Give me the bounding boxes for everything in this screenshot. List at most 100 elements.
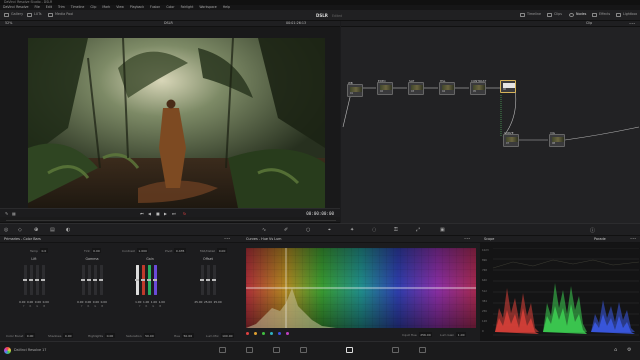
- media-page-icon[interactable]: [219, 347, 226, 353]
- color-boost-param[interactable]: Color Boost 0.00: [6, 333, 35, 339]
- param-value[interactable]: 0.00: [217, 248, 227, 254]
- g-bar[interactable]: [93, 265, 98, 295]
- param-value[interactable]: 50.00: [143, 333, 156, 339]
- more-options-icon[interactable]: •••: [224, 237, 230, 241]
- node-selected[interactable]: 06: [500, 80, 516, 93]
- menu-item[interactable]: File: [34, 5, 39, 9]
- sizing-icon[interactable]: ⤢: [416, 227, 420, 233]
- input-hue-param[interactable]: Input Hue 256.00: [402, 332, 433, 338]
- nodes-button[interactable]: Nodes: [569, 13, 586, 17]
- param-value[interactable]: 0.435: [174, 248, 186, 254]
- red-dot-icon[interactable]: [246, 332, 249, 335]
- gallery-button[interactable]: Gallery: [4, 12, 23, 17]
- more-options-icon[interactable]: •••: [629, 22, 635, 26]
- stop-icon[interactable]: ■: [156, 211, 160, 216]
- param-value[interactable]: 0.0: [40, 248, 48, 254]
- edit-page-icon[interactable]: [273, 347, 280, 353]
- more-options-icon[interactable]: •••: [630, 237, 636, 241]
- color-wheels-icon[interactable]: ⊕: [34, 227, 38, 233]
- param-value[interactable]: 0.00: [25, 333, 35, 339]
- luts-button[interactable]: LUTs: [27, 12, 41, 17]
- color-page-icon[interactable]: [346, 347, 353, 353]
- more-options-icon[interactable]: •••: [464, 237, 470, 241]
- y-bar[interactable]: [23, 265, 28, 295]
- g-bar[interactable]: [147, 265, 152, 295]
- r-bar[interactable]: [141, 265, 146, 295]
- rgb-mixer-icon[interactable]: ▤: [50, 227, 55, 233]
- green-dot-icon[interactable]: [262, 332, 265, 335]
- menu-item[interactable]: Trim: [58, 5, 65, 9]
- gamma-wheel[interactable]: Gamma 0.00 0.00 0.00 0.00 YRGB: [70, 257, 114, 313]
- video-frame[interactable]: [28, 38, 325, 208]
- node-editor[interactable]: WB 01 EXPO 02 SAT 03 HSL 04 CONTRAST 05 …: [341, 27, 640, 223]
- param-value[interactable]: 50.00: [182, 333, 194, 339]
- param-value[interactable]: 0.00: [91, 248, 102, 254]
- magenta-dot-icon[interactable]: [286, 332, 289, 335]
- blur-icon[interactable]: ◌: [372, 227, 376, 233]
- contrast-param[interactable]: Contrast 1.000: [122, 248, 149, 254]
- magic-mask-icon[interactable]: ✦: [350, 227, 354, 233]
- offset-wheel[interactable]: Offset 25.00 25.00 25.00: [186, 257, 230, 313]
- deliver-page-icon[interactable]: [419, 347, 426, 353]
- node-vig[interactable]: VIG 08: [549, 131, 565, 147]
- r-bar[interactable]: [200, 265, 205, 295]
- param-value[interactable]: 1.00: [456, 332, 466, 338]
- camera-raw-icon[interactable]: ◎: [4, 227, 8, 233]
- lum-mix-param[interactable]: Lum Mix 100.00: [206, 333, 235, 339]
- blue-dot-icon[interactable]: [278, 332, 281, 335]
- b-bar[interactable]: [212, 265, 217, 295]
- node-sat[interactable]: SAT 03: [408, 79, 424, 95]
- g-bar[interactable]: [35, 265, 40, 295]
- menu-item[interactable]: Color: [166, 5, 174, 9]
- key-icon[interactable]: ⚿: [394, 227, 398, 233]
- y-bar[interactable]: [135, 265, 140, 295]
- gain-wheel[interactable]: Gain 1.00 1.00 1.00 1.00 YRGB: [128, 257, 172, 313]
- zoom-level[interactable]: 52%: [5, 21, 12, 25]
- param-value[interactable]: 0.00: [105, 333, 115, 339]
- param-value[interactable]: 256.00: [418, 332, 433, 338]
- fairlight-page-icon[interactable]: [392, 347, 399, 353]
- r-bar[interactable]: [29, 265, 34, 295]
- menu-item[interactable]: Mark: [102, 5, 110, 9]
- lum-gain-param[interactable]: Lum Gain 1.00: [440, 332, 466, 338]
- grid-icon[interactable]: ▦: [12, 211, 16, 216]
- node-hsl[interactable]: HSL 04: [439, 79, 455, 95]
- mid-detail-param[interactable]: Mid/Detail 0.00: [200, 248, 227, 254]
- fusion-page-icon[interactable]: [300, 347, 307, 353]
- saturation-param[interactable]: Saturation 50.00: [126, 333, 156, 339]
- cyan-dot-icon[interactable]: [270, 332, 273, 335]
- param-value[interactable]: 1.000: [136, 248, 149, 254]
- effects-button[interactable]: Effects: [592, 13, 610, 17]
- menu-item[interactable]: Playback: [130, 5, 144, 9]
- jump-end-icon[interactable]: ⏭: [172, 211, 175, 216]
- menu-item[interactable]: Clip: [90, 5, 96, 9]
- timeline-button[interactable]: Timeline: [520, 13, 541, 17]
- settings-icon[interactable]: ⚙: [627, 347, 631, 353]
- media-pool-button[interactable]: Media Pool: [48, 12, 73, 17]
- tint-param[interactable]: Tint 0.00: [84, 248, 102, 254]
- highlights-param[interactable]: Highlights 0.00: [88, 333, 115, 339]
- menu-item[interactable]: Workspace: [199, 5, 216, 9]
- node-expo[interactable]: EXPO 02: [377, 79, 393, 95]
- node-mode-select[interactable]: Clip: [586, 21, 592, 25]
- menu-item[interactable]: Help: [223, 5, 230, 9]
- loop-icon[interactable]: ↻: [183, 211, 186, 216]
- reverse-play-icon[interactable]: ◀: [148, 211, 151, 216]
- b-bar[interactable]: [153, 265, 158, 295]
- temp-param[interactable]: Temp 0.0: [30, 248, 48, 254]
- info-icon[interactable]: ⓘ: [590, 227, 595, 234]
- cut-page-icon[interactable]: [246, 347, 253, 353]
- motion-effects-icon[interactable]: ◐: [66, 227, 70, 233]
- b-bar[interactable]: [99, 265, 104, 295]
- r-bar[interactable]: [87, 265, 92, 295]
- g-bar[interactable]: [206, 265, 211, 295]
- param-value[interactable]: 0.00: [63, 333, 74, 339]
- node-contrast[interactable]: CONTRAST 05: [470, 79, 486, 95]
- shadows-param[interactable]: Shadows 0.00: [48, 333, 74, 339]
- y-bar[interactable]: [81, 265, 86, 295]
- hue-param[interactable]: Hue 50.00: [174, 333, 194, 339]
- scope-mode-select[interactable]: Parade: [594, 237, 606, 241]
- home-icon[interactable]: ⌂: [614, 347, 617, 353]
- hue-vs-lum-graph[interactable]: [246, 248, 476, 328]
- menu-item[interactable]: Timeline: [71, 5, 85, 9]
